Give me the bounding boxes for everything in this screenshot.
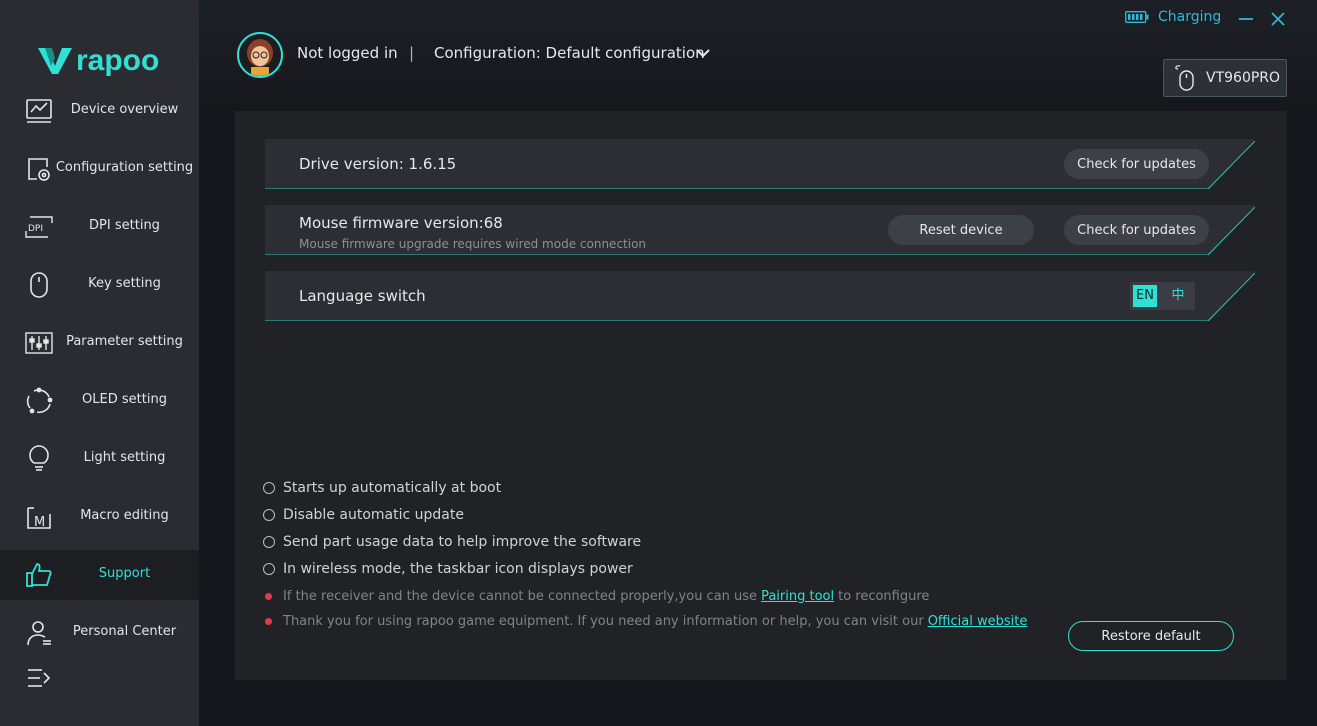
firmware-note: Mouse firmware upgrade requires wired mo… xyxy=(299,237,647,251)
option-autostart[interactable]: Starts up automatically at boot xyxy=(263,480,501,496)
login-status[interactable]: Not logged in xyxy=(297,44,398,62)
device-select-button[interactable]: VT960PRO xyxy=(1163,59,1287,97)
bullet-dot xyxy=(265,618,272,625)
sidebar-item-label: Key setting xyxy=(88,276,161,291)
language-zh-option[interactable]: 中 xyxy=(1166,285,1190,307)
sidebar-item-label: OLED setting xyxy=(82,392,167,407)
header-separator: | xyxy=(409,44,415,62)
radio-button[interactable] xyxy=(263,563,275,575)
avatar-icon xyxy=(247,39,273,76)
sidebar-item-key-setting[interactable]: Key setting xyxy=(0,260,199,310)
v-logo-icon xyxy=(38,48,72,74)
option-send-usage-data[interactable]: Send part usage data to help improve the… xyxy=(263,534,641,550)
sidebar-item-label: DPI setting xyxy=(89,218,160,233)
pairing-note: If the receiver and the device cannot be… xyxy=(265,589,929,604)
language-switch-row: Language switch EN 中 xyxy=(265,271,1255,321)
support-panel: Drive version: 1.6.15 Check for updates … xyxy=(235,111,1287,680)
option-taskbar-power[interactable]: In wireless mode, the taskbar icon displ… xyxy=(263,561,633,577)
drive-version-row: Drive version: 1.6.15 Check for updates xyxy=(265,139,1255,189)
website-note: Thank you for using rapoo game equipment… xyxy=(265,614,1031,629)
firmware-version-label: Mouse firmware version:68 xyxy=(299,214,503,232)
reset-device-button[interactable]: Reset device xyxy=(888,215,1034,245)
minimize-icon[interactable] xyxy=(1237,10,1255,28)
check-updates-firmware-button[interactable]: Check for updates xyxy=(1064,215,1209,245)
configuration-select[interactable]: Configuration: Default configuration xyxy=(434,44,705,62)
bullet-dot xyxy=(265,593,272,600)
sidebar-item-label: Light setting xyxy=(83,450,166,465)
sidebar-item-oled-setting[interactable]: OLED setting xyxy=(0,376,199,426)
radio-button[interactable] xyxy=(263,536,275,548)
close-icon[interactable] xyxy=(1269,10,1287,28)
sidebar-item-parameter-setting[interactable]: Parameter setting xyxy=(0,318,199,368)
svg-text:DPI: DPI xyxy=(28,224,43,234)
sidebar-item-personal-center[interactable]: Personal Center xyxy=(0,608,199,658)
language-en-option[interactable]: EN xyxy=(1133,285,1157,307)
sidebar-item-support[interactable]: Support xyxy=(0,550,199,600)
battery-icon xyxy=(1125,11,1149,23)
brand-name: rapoo xyxy=(76,44,160,77)
official-website-link[interactable]: Official website xyxy=(928,614,1028,629)
firmware-version-row: Mouse firmware version:68 Mouse firmware… xyxy=(265,205,1255,255)
device-name: VT960PRO xyxy=(1206,70,1281,86)
sidebar-item-label: Parameter setting xyxy=(66,334,183,349)
radio-button[interactable] xyxy=(263,482,275,494)
sidebar-item-device-overview[interactable]: Device overview xyxy=(0,86,199,136)
battery-status: Charging xyxy=(1125,9,1221,25)
svg-text:M: M xyxy=(34,515,45,530)
drive-version-label: Drive version: 1.6.15 xyxy=(299,155,457,173)
sidebar-item-label: Support xyxy=(98,566,151,581)
radio-button[interactable] xyxy=(263,509,275,521)
collapse-menu-icon[interactable] xyxy=(26,666,54,692)
sidebar-item-label: Configuration setting xyxy=(55,160,194,175)
sidebar-item-macro-editing[interactable]: M Macro editing xyxy=(0,492,199,542)
chevron-down-icon[interactable] xyxy=(695,46,711,60)
sidebar: rapoo Device overview Configuration sett… xyxy=(0,0,199,726)
pairing-tool-link[interactable]: Pairing tool xyxy=(761,589,834,604)
restore-default-button[interactable]: Restore default xyxy=(1068,621,1234,651)
sidebar-item-light-setting[interactable]: Light setting xyxy=(0,434,199,484)
sidebar-item-configuration-setting[interactable]: Configuration setting xyxy=(0,144,199,194)
header: Charging Not logged in | Configuration: … xyxy=(199,0,1317,110)
mouse-device-icon xyxy=(1175,65,1194,91)
rapoo-logo: rapoo xyxy=(36,40,166,80)
sidebar-item-label: Personal Center xyxy=(72,624,177,639)
charging-status: Charging xyxy=(1158,9,1222,25)
check-updates-drive-button[interactable]: Check for updates xyxy=(1064,149,1209,179)
sidebar-item-dpi-setting[interactable]: DPI DPI setting xyxy=(0,202,199,252)
avatar[interactable] xyxy=(237,32,283,78)
sidebar-item-label: Device overview xyxy=(70,102,179,117)
sidebar-item-label: Macro editing xyxy=(80,508,169,523)
language-toggle: EN 中 xyxy=(1130,282,1195,310)
option-disable-auto-update[interactable]: Disable automatic update xyxy=(263,507,464,523)
language-switch-label: Language switch xyxy=(299,287,426,305)
